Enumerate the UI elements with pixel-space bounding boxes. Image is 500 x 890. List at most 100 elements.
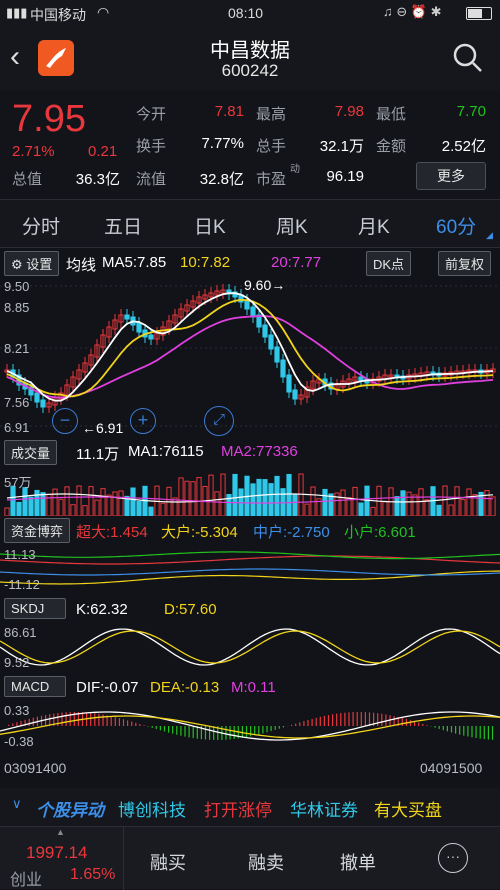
macd-bar (156, 726, 157, 729)
volume-bar (305, 504, 309, 516)
macd-bar (160, 726, 161, 730)
margin-sell-button[interactable]: 融卖 (248, 849, 284, 875)
volume-bar (41, 493, 45, 516)
macd-bar (234, 726, 235, 739)
volume-bar (149, 507, 153, 516)
volume-button[interactable]: 成交量 (4, 440, 57, 465)
tab-monthly-k[interactable]: 月K (358, 212, 390, 239)
chevron-down-icon[interactable]: ∨ (12, 796, 22, 812)
high-marker-value: 9.60 (244, 277, 271, 293)
macd-bar (12, 723, 13, 726)
volume-ma1: MA1:76115 (128, 443, 204, 460)
tab-weekly-k[interactable]: 周K (276, 212, 308, 239)
macd-bar (467, 726, 468, 736)
fund-medium-line (0, 569, 500, 575)
macd-bar (353, 712, 354, 726)
zoom-out-button[interactable]: − (52, 408, 78, 434)
volume-bar (407, 492, 411, 516)
tab-daily-k[interactable]: 日K (194, 212, 226, 239)
macd-bar (492, 726, 493, 740)
macd-bar (115, 717, 116, 726)
zoom-in-button[interactable]: + (130, 408, 156, 434)
more-button[interactable]: 更多 (416, 162, 486, 190)
macd-bar (484, 726, 485, 739)
news-item-1[interactable]: 博创科技 (118, 796, 186, 821)
news-item-2[interactable]: 打开涨停 (204, 796, 272, 821)
candle (275, 347, 279, 362)
macd-bar (299, 722, 300, 726)
high-marker: 9.60→ (244, 277, 285, 293)
macd-bar (447, 726, 448, 731)
macd-bar (209, 726, 210, 740)
dk-button[interactable]: DK点 (366, 251, 411, 276)
macd-bar (455, 726, 456, 734)
candle (137, 323, 141, 332)
more-menu-icon[interactable]: ··· (438, 843, 468, 873)
fund-button[interactable]: 资金博弈 (4, 518, 70, 543)
volume-chart[interactable] (0, 464, 500, 516)
macd-bar (365, 712, 366, 726)
tab-intraday[interactable]: 分时 (22, 212, 60, 239)
volume-bar (215, 492, 219, 516)
volume-bar (293, 494, 297, 516)
macd-bars-group (8, 712, 493, 740)
fund-small: 小户:6.601 (344, 521, 416, 542)
macd-bar (320, 717, 321, 726)
margin-buy-button[interactable]: 融买 (150, 849, 186, 875)
index-widget[interactable]: ▲ 1997.14 创业 1.65% (0, 827, 124, 890)
macd-bar (152, 726, 153, 728)
tab-five-day[interactable]: 五日 (104, 212, 142, 239)
news-item-3[interactable]: 华林证券 (290, 796, 358, 821)
macd-bar (422, 724, 423, 726)
low-marker: ←6.91 (82, 420, 123, 436)
macd-bar (459, 726, 460, 735)
tab-dropdown-icon[interactable]: ◢ (486, 230, 493, 241)
candle (41, 400, 45, 407)
cancel-order-button[interactable]: 撤单 (340, 849, 376, 875)
volume-bar (359, 503, 363, 516)
fund-y-top: 11.13 (4, 547, 36, 562)
search-icon[interactable] (452, 42, 484, 74)
high-value: 7.98 (310, 103, 364, 120)
macd-bar (176, 726, 177, 735)
news-item-4[interactable]: 有大买盘 (374, 796, 442, 821)
macd-bar (189, 726, 190, 737)
low-label: 最低 (376, 103, 406, 124)
settings-button[interactable]: ⚙ 设置 (4, 251, 59, 276)
skdj-chart[interactable] (0, 622, 500, 672)
volume-bar (23, 488, 27, 516)
macd-bar (312, 719, 313, 726)
macd-chart[interactable] (0, 700, 500, 752)
change-percent: 2.71% (12, 143, 55, 160)
macd-y-bottom: -0.38 (4, 734, 34, 749)
macd-bar (348, 712, 349, 726)
adjust-button[interactable]: 前复权 (438, 251, 491, 276)
skdj-y-top: 86.61 (4, 625, 37, 640)
volume-bar (485, 491, 489, 516)
ma-title: 均线 (66, 254, 96, 275)
y-label-4: 7.56 (4, 395, 29, 410)
fund-chart[interactable] (0, 542, 500, 596)
volume-bar (35, 490, 39, 516)
battery-icon (466, 7, 492, 20)
volume-bar (83, 506, 87, 516)
skdj-button[interactable]: SKDJ (4, 598, 66, 619)
volume-bar (17, 502, 21, 516)
macd-bar (258, 726, 259, 734)
current-price: 7.95 (12, 98, 86, 141)
tab-60min[interactable]: 60分 (436, 212, 476, 239)
macd-bar (111, 716, 112, 726)
macd-button[interactable]: MACD (4, 676, 66, 697)
macd-bar (377, 713, 378, 726)
ma20-value: 20:7.77 (271, 254, 321, 271)
macd-bar (16, 722, 17, 726)
notification-icons: ♫ ⊖ ⏰ ✱ (383, 4, 442, 20)
volume-y-label: 57万 (4, 472, 31, 491)
fullscreen-icon[interactable]: ⤢ (204, 406, 234, 436)
news-ticker[interactable]: ∨ 个股异动 博创科技 打开涨停 华林证券 有大买盘 (0, 788, 500, 826)
candle (281, 360, 285, 377)
low-value: 7.70 (430, 103, 486, 120)
macd-bar (471, 726, 472, 737)
volume-bar (89, 487, 93, 516)
volume-bar (467, 489, 471, 516)
